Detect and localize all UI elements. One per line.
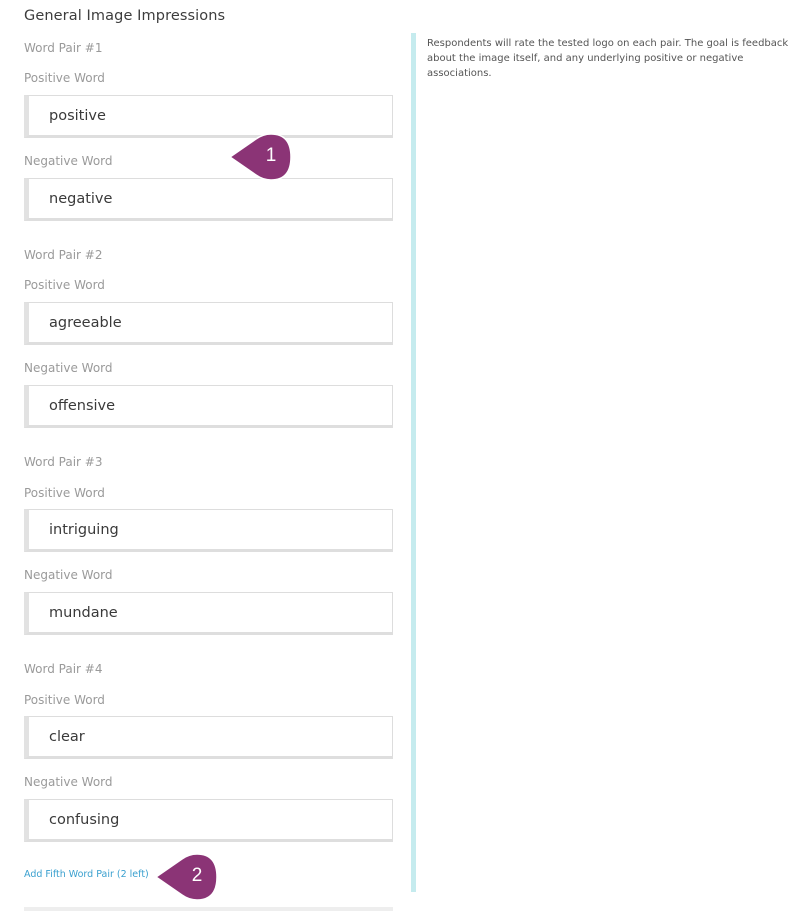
positive-word-1-label: Positive Word [24, 71, 105, 85]
positive-word-3-input[interactable] [24, 509, 393, 552]
callout-marker-2: 2 [154, 854, 218, 900]
positive-word-1-input[interactable] [24, 95, 393, 138]
negative-word-1-input[interactable] [24, 178, 393, 221]
positive-word-4-input[interactable] [24, 716, 393, 759]
callout-marker-1: 1 [228, 134, 292, 180]
callout-1-number: 1 [265, 145, 277, 166]
positive-word-4-label: Positive Word [24, 693, 105, 707]
positive-word-2-input[interactable] [24, 302, 393, 345]
positive-word-3-label: Positive Word [24, 486, 105, 500]
negative-word-1-label: Negative Word [24, 154, 113, 168]
section-title: General Image Impressions [24, 8, 226, 24]
negative-word-2-input[interactable] [24, 385, 393, 428]
word-pair-1-label: Word Pair #1 [24, 41, 103, 55]
help-text: Respondents will rate the tested logo on… [427, 38, 789, 79]
word-pair-4-label: Word Pair #4 [24, 662, 103, 676]
negative-word-4-label: Negative Word [24, 775, 113, 789]
positive-word-2-label: Positive Word [24, 278, 105, 292]
callout-2-number: 2 [191, 865, 203, 886]
add-fifth-word-pair-link[interactable]: Add Fifth Word Pair (2 left) [24, 869, 149, 880]
negative-word-2-label: Negative Word [24, 361, 113, 375]
word-pair-3-label: Word Pair #3 [24, 455, 103, 469]
word-pair-2-label: Word Pair #2 [24, 248, 103, 262]
help-divider [411, 33, 416, 892]
negative-word-3-input[interactable] [24, 592, 393, 635]
next-field-stub [24, 907, 393, 911]
negative-word-3-label: Negative Word [24, 568, 113, 582]
negative-word-4-input[interactable] [24, 799, 393, 842]
